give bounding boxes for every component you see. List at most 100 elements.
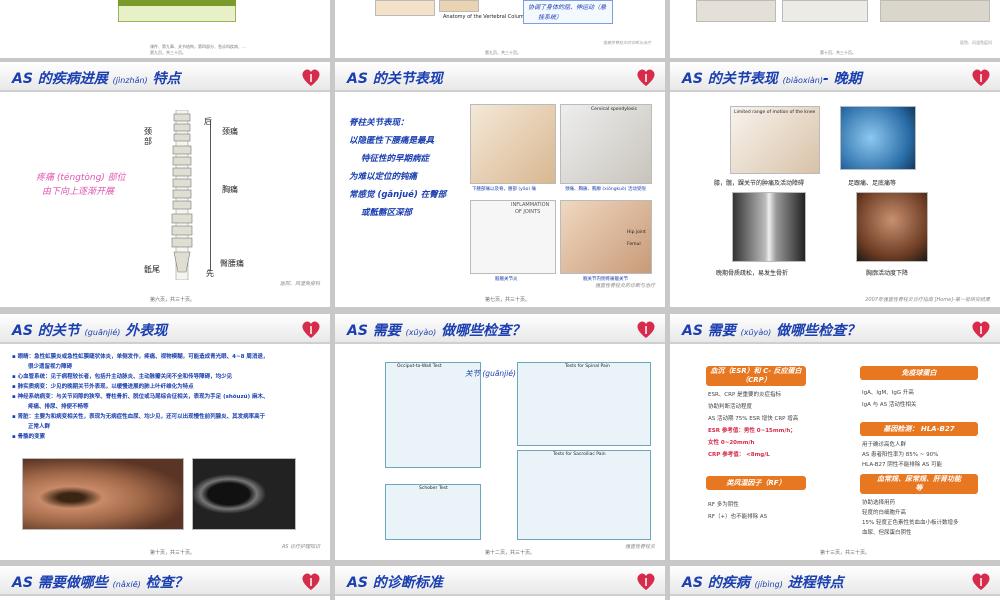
heart-logo-icon	[972, 69, 990, 86]
slide-joint-manifestations[interactable]: AS 的关节表现 脊柱关节表现： 以隐匿性下腰痛是最具 特征性的早期病症 为难以…	[335, 62, 665, 307]
heart-logo-icon	[972, 573, 990, 590]
foot-image	[840, 106, 916, 170]
inflammation-label: INFLAMMATION	[511, 202, 550, 208]
text-line: 脊柱关节表现：	[349, 118, 409, 128]
slide-top-1[interactable]: 课件、第九章、关节结构，第四部分、急诊科疾病、... 第九页，共三十页。	[0, 0, 330, 58]
box-label: Tests for Sacroiliac Pain	[553, 452, 606, 457]
hla-line: 用于确诊高危人群	[862, 442, 907, 448]
slide-title: AS 的诊断标准	[347, 575, 443, 591]
slide-disease-progression[interactable]: AS 的疾病进展 (jìnzhǎn) 特点 颈 部 后 颈痛 胸痛 骶尾 先 臀…	[0, 62, 330, 307]
blood-line: 15% 轻度正色素性贫血血小板计数增多	[862, 520, 959, 526]
list-item: 很少遗留视力障碍	[28, 364, 73, 370]
esr-line: AS 活动期 75% ESR 增快 CRP 增高	[708, 416, 799, 422]
text-line: 或骶髂区深部	[361, 208, 413, 218]
slide-footer-right: 强直性脊柱炎的诊断与治疗	[594, 283, 655, 289]
note-line: 挂系统）	[538, 14, 563, 21]
slide-title: AS 的关节表现	[347, 71, 443, 87]
blood-line: 轻度的白细胞升高	[862, 510, 907, 516]
hla-line: HLA-B27 阴性不能排除 AS 可能	[862, 462, 943, 468]
list-item: ▪ 神经系统病变：与关节间隙的狭窄、脊柱骨折、脱位或马尾综合征相关，表现为手足 …	[12, 394, 269, 400]
slide-footer: 第十页，共三十页。	[150, 550, 196, 556]
slide-footer-right: AS 诊疗护理知识	[281, 544, 320, 550]
esr-line: ESR 参考值：男性 0~15mm/h；	[708, 428, 796, 434]
esr-line: 协助判断活动程度	[708, 404, 753, 410]
bracket-line	[210, 120, 211, 270]
heart-logo-icon	[972, 321, 990, 338]
caption-heel-pain: 足跟痛、足底痛等	[848, 180, 897, 187]
caption-lumbar: 下腰部痛以及脊，腰部 (yāo) 痛	[472, 187, 537, 192]
femur-label: Femur	[627, 242, 642, 247]
schober-test	[385, 484, 481, 540]
ig-header: 免疫球蛋白	[860, 366, 978, 380]
manifestation-list: ▪ 眼睛：急性虹膜炎或急性虹膜睫状体炎，单侧发作，疼痛、视物模糊，可能造成青光眼…	[12, 352, 269, 442]
slide-disease-course[interactable]: AS 的疾病 (jíbìng) 进程特点	[670, 566, 1000, 600]
list-item: ▪ 眼睛：急性虹膜炎或急性虹膜睫状体炎，单侧发作，疼痛、视物模糊，可能造成青光眼…	[12, 354, 269, 360]
slide-footer-right: 强直性脊柱炎	[624, 544, 655, 550]
slide-title: AS 需要 (xūyào) 做哪些检查？	[347, 323, 526, 339]
list-item: 正常人群	[28, 424, 51, 430]
slide-footer: 第九页，共三十页。	[485, 50, 521, 55]
text-line: 特征性的早期病症	[361, 154, 430, 164]
slide-footer: 第十页，共三十页。	[820, 50, 856, 55]
label-hip-pain: 臀腰痛	[220, 259, 244, 268]
slide-what-tests[interactable]: AS 需要做哪些 (nǎxiē) 检查？	[0, 566, 330, 600]
pain-location-text: 疼痛 (téngtòng) 部位	[36, 173, 126, 183]
slide-examinations-lab[interactable]: AS 需要 (xūyào) 做哪些检查？ 血沉（ESR）和 C- 反应蛋白（CR…	[670, 314, 1000, 560]
caption-osteoporosis: 晚期骨质疏松，易发生骨折	[716, 270, 789, 277]
slide-title: AS 的关节 (guānjié) 外表现	[12, 323, 168, 339]
hip-label: Hip joint	[627, 230, 646, 235]
label-chest-pain: 胸痛	[222, 185, 238, 194]
slide-footer-right: 强直性脊柱炎的诊断与治疗	[603, 40, 651, 45]
blood-line: 协助选择用药	[862, 500, 896, 506]
text-line: 以隐匿性下腰痛是最具	[349, 136, 435, 146]
image-caption: Anatomy of the Vertebral Column	[443, 14, 527, 20]
spine-xray-partial-2	[782, 0, 868, 22]
caption-cervical: 颈痛、胸痛、胸廓 (xiōngkuò) 活动受限	[565, 187, 646, 192]
inflammation-label-2: OF JOINTS	[515, 209, 541, 215]
box-label: Schober Test	[419, 486, 448, 491]
box-label: Tests for Spinal Pain	[565, 364, 610, 369]
pain-progression-text: 由下向上逐渐开展	[42, 187, 115, 197]
label-neck-2: 部	[144, 137, 152, 146]
heart-logo-icon	[637, 321, 655, 338]
esr-line: 女性 0~20mm/h	[708, 440, 755, 446]
heart-logo-icon	[302, 69, 320, 86]
blood-line: 血尿、但尿蛋白阴性	[862, 530, 912, 536]
slide-late-stage[interactable]: AS 的关节表现 (biǎoxiàn)- 晚期 Limited range of…	[670, 62, 1000, 307]
text-line: 常感觉 (gǎnjué) 在臀部	[349, 190, 447, 200]
slide-footer: 第十二页，共三十页。	[485, 550, 536, 556]
slide-title: AS 的疾病 (jíbìng) 进程特点	[682, 575, 844, 591]
spine-xray-image	[732, 192, 806, 262]
slide-extra-articular[interactable]: AS 的关节 (guānjié) 外表现 ▪ 眼睛：急性虹膜炎或急性虹膜睫状体炎…	[0, 314, 330, 560]
slide-subfooter: 第九页，共三十页。	[150, 50, 186, 55]
slide-top-2[interactable]: Anatomy of the Vertebral Column 协调了身体的屈、…	[335, 0, 665, 58]
slide-footer: 第十三页，共三十页。	[820, 550, 871, 556]
eye-photo	[22, 458, 184, 530]
slide-footer-right: 医院、风湿免疫科	[960, 40, 992, 45]
slide-footer-right: 2007年强直性脊柱炎诊疗指南 [Home]-第一批研究结果	[865, 297, 990, 303]
text-line: 为难以定位的钝痛	[349, 172, 418, 182]
slide-title: AS 需要做哪些 (nǎxiē) 检查？	[12, 575, 188, 591]
slide-examinations-physical[interactable]: AS 需要 (xūyào) 做哪些检查？ Occiput-to-Wall Tes…	[335, 314, 665, 560]
hla-header: 基因检测： HLA-B27	[860, 422, 978, 436]
list-item: 疼痛、排尿、排便不畅等	[28, 404, 89, 410]
limited-motion-label: Limited range of motion of the knee	[734, 110, 816, 115]
spine-xray-partial	[696, 0, 776, 22]
label-neck-pain: 颈痛	[222, 127, 238, 136]
heart-logo-icon	[637, 69, 655, 86]
cervical-spine-image	[560, 104, 652, 184]
cervical-label: Cervical spondylosis	[591, 107, 637, 112]
list-item: ▪ 骨骼的变累	[12, 434, 46, 440]
spine-illustration	[171, 110, 193, 280]
slide-diagnostic-criteria[interactable]: AS 的诊断标准	[335, 566, 665, 600]
slide-title: AS 的疾病进展 (jìnzhǎn) 特点	[12, 71, 181, 87]
hla-line: AS 患者阳性率为 85% ~ 90%	[862, 452, 939, 458]
slide-top-3[interactable]: 第十页，共三十页。 医院、风湿免疫科	[670, 0, 1000, 58]
box-label: Occiput-to-Wall Test	[397, 364, 442, 369]
esr-crp-header: 血沉（ESR）和 C- 反应蛋白（CRP）	[706, 366, 806, 386]
esr-line: ESR、CRP 是重要的炎症指标	[708, 392, 782, 398]
list-item: ▪ 肺实质病变：少见的晚期关节外表现，以缓慢进展的肺上叶纤维化为特点	[12, 384, 194, 390]
label-sacrum: 骶尾	[144, 265, 160, 274]
spine-xray-partial-3	[880, 0, 990, 22]
vertebral-image-partial	[375, 0, 435, 16]
